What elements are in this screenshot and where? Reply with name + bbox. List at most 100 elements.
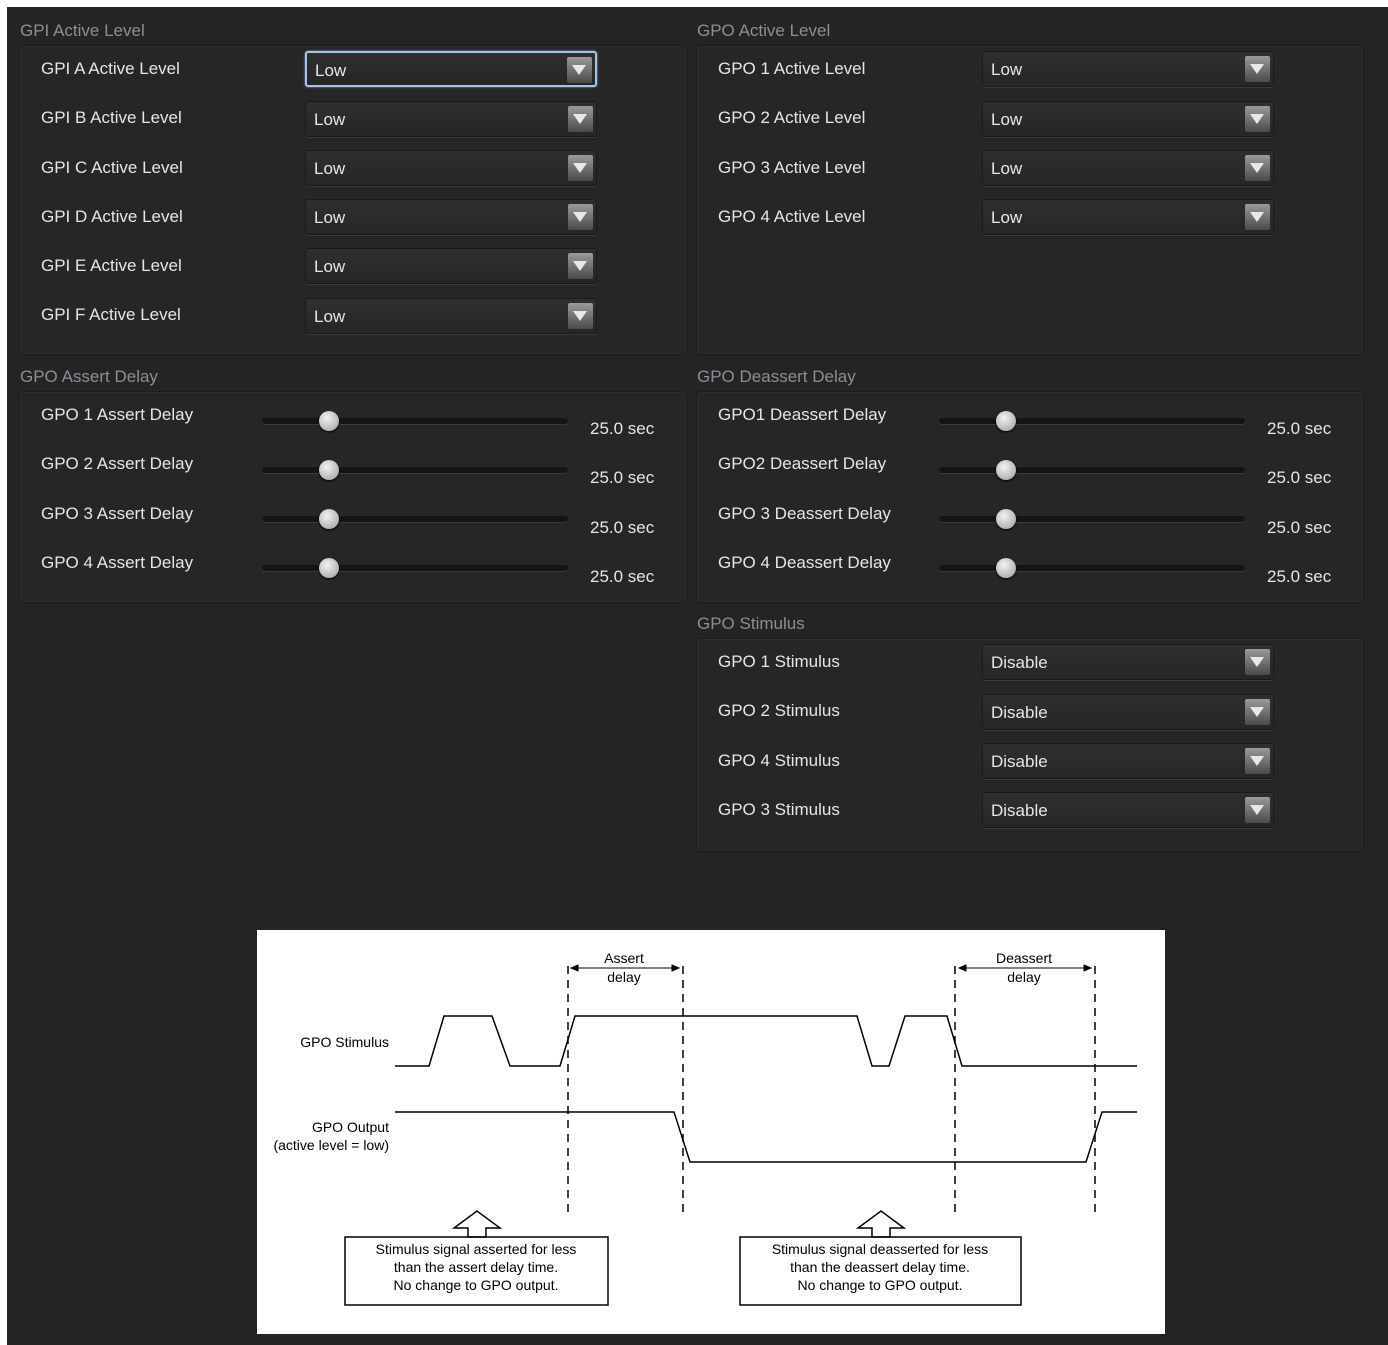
gpo-deassert-delay-section: GPO Deassert Delay GPO1 Deassert Delay 2… <box>684 353 1374 613</box>
gpo-1-assert-slider[interactable] <box>262 411 568 431</box>
note2-line3: No change to GPO output. <box>798 1277 963 1293</box>
gpo-2-assert-label: GPO 2 Assert Delay <box>41 454 194 473</box>
chevron-down-icon[interactable] <box>568 155 593 181</box>
chevron-down-icon[interactable] <box>1245 649 1270 675</box>
gpo-4-active-dropdown[interactable]: Low <box>982 199 1274 235</box>
assert-delay-label-2: delay <box>607 969 640 985</box>
gpo-3-stimulus-label: GPO 3 Stimulus <box>718 800 840 819</box>
dropdown-value: Low <box>315 61 347 80</box>
gpi-e-label: GPI E Active Level <box>41 256 182 275</box>
gpo-2-stimulus-dropdown[interactable]: Disable <box>982 694 1274 730</box>
gpi-c-label: GPI C Active Level <box>41 158 183 177</box>
dropdown-value: Low <box>991 60 1023 79</box>
stimulus-waveform <box>395 1015 1137 1067</box>
chevron-down-icon[interactable] <box>568 106 593 132</box>
stimulus-label: GPO Stimulus <box>300 1034 389 1050</box>
gpi-d-dropdown[interactable]: Low <box>305 199 597 235</box>
output-waveform <box>395 1111 1137 1163</box>
gpo-active-level-panel: GPO 1 Active Level Low GPO 2 Active Leve… <box>696 45 1364 355</box>
gpo-active-level-section: GPO Active Level GPO 1 Active Level Low … <box>684 7 1374 367</box>
timing-diagram-svg: Assert delay Deassert delay GPO Stimulus… <box>273 950 1137 1306</box>
deassert-delay-label-2: delay <box>1007 969 1040 985</box>
dropdown-value: Low <box>991 110 1023 129</box>
slider-thumb[interactable] <box>319 558 339 578</box>
gpo-4-assert-value: 25.0 sec <box>590 567 655 586</box>
slider-thumb[interactable] <box>996 411 1016 431</box>
gpo-stimulus-section: GPO Stimulus GPO 1 Stimulus Disable GPO … <box>684 600 1374 860</box>
gpo-3-active-dropdown[interactable]: Low <box>982 150 1274 186</box>
gpi-e-dropdown[interactable]: Low <box>305 248 597 284</box>
gpo-1-assert-label: GPO 1 Assert Delay <box>41 405 194 424</box>
note1-line1: Stimulus signal asserted for less <box>376 1241 577 1257</box>
gpo-4-deassert-slider[interactable] <box>939 558 1245 578</box>
slider-thumb[interactable] <box>319 460 339 480</box>
output-label-2: (active level = low) <box>273 1137 389 1153</box>
gpo-3-stimulus-dropdown[interactable]: Disable <box>982 792 1274 828</box>
slider-thumb[interactable] <box>996 558 1016 578</box>
dropdown-value: Low <box>314 208 346 227</box>
chevron-down-icon[interactable] <box>1245 155 1270 181</box>
gpo-4-deassert-label: GPO 4 Deassert Delay <box>718 553 891 572</box>
slider-thumb[interactable] <box>996 460 1016 480</box>
gpo-3-assert-slider[interactable] <box>262 509 568 529</box>
gpo-stimulus-panel: GPO 1 Stimulus Disable GPO 2 Stimulus Di… <box>696 638 1364 852</box>
gpo-4-deassert-value: 25.0 sec <box>1267 567 1332 586</box>
gpo-2-assert-slider[interactable] <box>262 460 568 480</box>
chevron-down-icon[interactable] <box>568 253 593 279</box>
gpo-4-stimulus-label: GPO 4 Stimulus <box>718 751 840 770</box>
gpi-b-dropdown[interactable]: Low <box>305 101 597 137</box>
gpi-a-dropdown[interactable]: Low <box>305 51 597 87</box>
dropdown-value: Low <box>314 159 346 178</box>
output-label-1: GPO Output <box>312 1119 389 1135</box>
gpi-active-level-panel: GPI A Active Level Low GPI B Active Leve… <box>19 45 687 355</box>
deassert-delay-label-1: Deassert <box>996 950 1052 966</box>
slider-thumb[interactable] <box>319 509 339 529</box>
slider-thumb[interactable] <box>319 411 339 431</box>
gpo-1-active-dropdown[interactable]: Low <box>982 51 1274 87</box>
gpo-3-assert-value: 25.0 sec <box>590 518 655 537</box>
chevron-down-icon[interactable] <box>1245 748 1270 774</box>
note2-line2: than the deassert delay time. <box>790 1259 970 1275</box>
chevron-down-icon[interactable] <box>1245 797 1270 823</box>
gpo-deassert-delay-panel: GPO1 Deassert Delay 25.0 sec GPO2 Deasse… <box>696 391 1364 603</box>
gpo-2-stimulus-label: GPO 2 Stimulus <box>718 701 840 720</box>
chevron-down-icon[interactable] <box>1245 204 1270 230</box>
gpo-2-deassert-label: GPO2 Deassert Delay <box>718 454 887 473</box>
gpo-4-assert-slider[interactable] <box>262 558 568 578</box>
gpo-3-deassert-slider[interactable] <box>939 509 1245 529</box>
gpo-3-deassert-label: GPO 3 Deassert Delay <box>718 504 891 523</box>
up-arrow-icon <box>451 1210 503 1238</box>
gpi-f-dropdown[interactable]: Low <box>305 298 597 334</box>
gpo-assert-delay-section: GPO Assert Delay GPO 1 Assert Delay 25.0… <box>7 353 697 613</box>
chevron-down-icon[interactable] <box>568 303 593 329</box>
gpo-3-active-label: GPO 3 Active Level <box>718 158 866 177</box>
up-arrow-icon <box>855 1210 907 1238</box>
chevron-down-icon[interactable] <box>1245 106 1270 132</box>
gpo-1-deassert-slider[interactable] <box>939 411 1245 431</box>
slider-thumb[interactable] <box>996 509 1016 529</box>
gpo-1-stimulus-dropdown[interactable]: Disable <box>982 644 1274 680</box>
section-title: GPO Deassert Delay <box>697 367 856 386</box>
gpi-b-label: GPI B Active Level <box>41 108 182 127</box>
gpo-1-assert-value: 25.0 sec <box>590 419 655 438</box>
gpo-4-stimulus-dropdown[interactable]: Disable <box>982 743 1274 779</box>
chevron-down-icon[interactable] <box>1245 56 1270 82</box>
gpo-2-active-label: GPO 2 Active Level <box>718 108 866 127</box>
gpi-a-label: GPI A Active Level <box>41 59 180 78</box>
note1-line2: than the assert delay time. <box>394 1259 558 1275</box>
chevron-down-icon[interactable] <box>568 204 593 230</box>
gpo-assert-delay-panel: GPO 1 Assert Delay 25.0 sec GPO 2 Assert… <box>19 391 687 603</box>
assert-delay-label-1: Assert <box>604 950 644 966</box>
gpi-c-dropdown[interactable]: Low <box>305 150 597 186</box>
section-title: GPI Active Level <box>20 21 145 40</box>
chevron-down-icon[interactable] <box>567 57 592 83</box>
note2-line1: Stimulus signal deasserted for less <box>772 1241 988 1257</box>
dropdown-value: Disable <box>991 653 1048 672</box>
timing-diagram: Assert delay Deassert delay GPO Stimulus… <box>257 930 1165 1334</box>
chevron-down-icon[interactable] <box>1245 699 1270 725</box>
gpo-4-assert-label: GPO 4 Assert Delay <box>41 553 194 572</box>
gpo-2-deassert-slider[interactable] <box>939 460 1245 480</box>
gpo-2-active-dropdown[interactable]: Low <box>982 101 1274 137</box>
gpo-3-assert-label: GPO 3 Assert Delay <box>41 504 194 523</box>
gpio-config-page: GPI Active Level GPI A Active Level Low … <box>7 7 1388 1345</box>
